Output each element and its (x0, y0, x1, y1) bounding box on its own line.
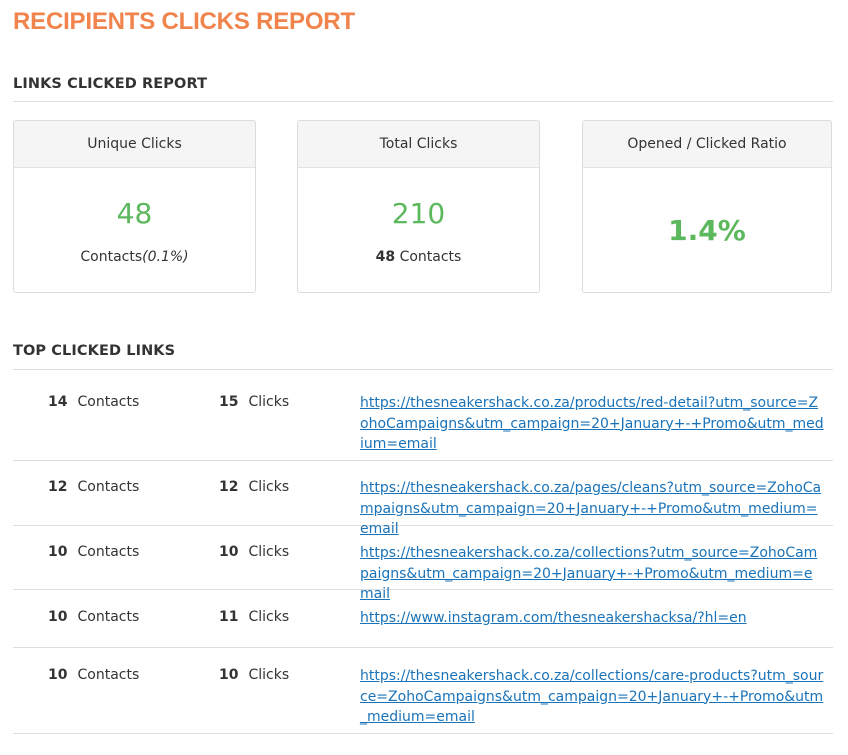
table-row: 10 Contacts 10 Clicks https://thesneakersh… (13, 648, 833, 734)
row-clicks: 10 Clicks (219, 544, 289, 560)
open-click-ratio-card: Opened / Clicked Ratio 1.4% (582, 120, 832, 293)
contacts-label: Contacts (77, 394, 140, 410)
unique-clicks-sub: Contacts(0.1%) (14, 248, 255, 266)
row-contacts: 14 Contacts (48, 394, 139, 410)
clicks-label: Clicks (248, 394, 290, 410)
contacts-count: 14 (48, 394, 68, 410)
clicked-link[interactable]: https://thesneakershack.co.za/products/r… (360, 393, 826, 455)
total-clicks-sub: 48 Contacts (298, 248, 539, 266)
clicks-count: 11 (219, 609, 239, 625)
row-contacts: 12 Contacts (48, 479, 139, 495)
contacts-count: 10 (48, 609, 68, 625)
open-click-ratio-label: Opened / Clicked Ratio (583, 121, 831, 168)
contacts-label: Contacts (77, 609, 140, 625)
contacts-count: 10 (48, 667, 68, 683)
contacts-label: Contacts (77, 544, 140, 560)
clicks-count: 12 (219, 479, 239, 495)
contacts-count: 12 (48, 479, 68, 495)
unique-clicks-percent: (0.1%) (142, 249, 189, 265)
table-row: 10 Contacts 11 Clicks https://www.instagra… (13, 590, 833, 648)
total-clicks-card: Total Clicks 210 48 Contacts (297, 120, 540, 293)
unique-clicks-value: 48 (116, 197, 153, 230)
row-contacts: 10 Contacts (48, 609, 139, 625)
table-row: 14 Contacts 15 Clicks https://thesneakersh… (13, 370, 833, 461)
clicks-count: 15 (219, 394, 239, 410)
total-clicks-contacts-count: 48 (375, 249, 396, 265)
clicked-link[interactable]: https://www.instagram.com/thesneakershac… (360, 608, 826, 629)
unique-clicks-label: Unique Clicks (14, 121, 255, 168)
total-clicks-value: 210 (391, 197, 446, 230)
section-divider (13, 101, 833, 102)
row-contacts: 10 Contacts (48, 544, 139, 560)
clicks-count: 10 (219, 667, 239, 683)
table-row: 12 Contacts 12 Clicks https://thesneakersh… (13, 461, 833, 537)
open-click-ratio-value: 1.4% (668, 214, 746, 247)
contacts-label: Contacts (77, 667, 140, 683)
clicks-label: Clicks (248, 609, 290, 625)
contacts-label: Contacts (77, 479, 140, 495)
row-clicks: 10 Clicks (219, 667, 289, 683)
table-row: 10 Contacts 10 Clicks https://thesneakersh… (13, 526, 833, 602)
page-title: RECIPIENTS CLICKS REPORT (13, 8, 355, 35)
row-contacts: 10 Contacts (48, 667, 139, 683)
clicks-label: Clicks (248, 479, 290, 495)
row-clicks: 15 Clicks (219, 394, 289, 410)
total-clicks-label: Total Clicks (298, 121, 539, 168)
unique-clicks-sub-label: Contacts (80, 249, 143, 265)
clicks-label: Clicks (248, 544, 290, 560)
unique-clicks-card: Unique Clicks 48 Contacts(0.1%) (13, 120, 256, 293)
top-clicked-links-heading: TOP CLICKED LINKS (13, 343, 176, 359)
total-clicks-contacts-label: Contacts (395, 249, 462, 265)
row-clicks: 11 Clicks (219, 609, 289, 625)
row-clicks: 12 Clicks (219, 479, 289, 495)
links-clicked-heading: LINKS CLICKED REPORT (13, 76, 208, 92)
clicked-link[interactable]: https://thesneakershack.co.za/collection… (360, 666, 826, 728)
clicks-count: 10 (219, 544, 239, 560)
contacts-count: 10 (48, 544, 68, 560)
clicks-label: Clicks (248, 667, 290, 683)
